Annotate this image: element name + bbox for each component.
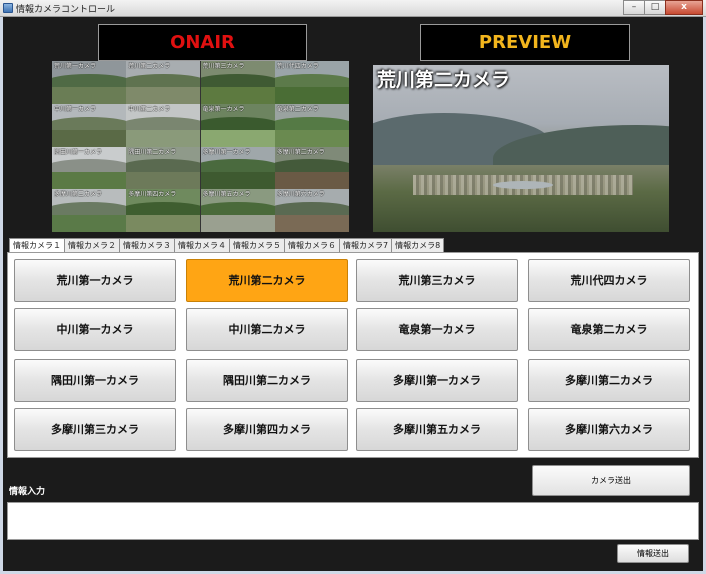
mosaic-tile-label: 荒川第三カメラ: [202, 63, 245, 70]
tile-ground: [274, 129, 349, 147]
camera-button[interactable]: 荒川代四カメラ: [528, 259, 690, 302]
tab-camera-4[interactable]: 情報カメラ４: [174, 238, 230, 253]
onair-camera-mosaic: 荒川第一カメラ 荒川第二カメラ 荒川第三カメラ 荒川代四カメラ中川第一カメラ 中川第二カ…: [52, 61, 349, 232]
mosaic-tile: 荒川第三カメラ: [200, 61, 275, 104]
camera-button[interactable]: 荒川第二カメラ: [186, 259, 348, 302]
tile-ground: [274, 172, 349, 190]
camera-button-panel: 荒川第一カメラ 荒川第二カメラ 荒川第三カメラ 荒川代四カメラ中川第一カメラ 中川第二カ…: [7, 252, 699, 458]
mosaic-tile-label: 多摩川第五カメラ: [202, 191, 251, 199]
mosaic-tile: 中川第二カメラ: [126, 103, 201, 147]
camera-button[interactable]: 多摩川第四カメラ: [186, 408, 348, 451]
camera-button[interactable]: 荒川第一カメラ: [14, 259, 176, 302]
camera-tabs: 情報カメラ１ 情報カメラ２ 情報カメラ３ 情報カメラ４ 情報カメラ５ 情報カメラ６ 情報カメ…: [9, 238, 445, 254]
camera-button[interactable]: 中川第二カメラ: [186, 308, 348, 351]
tab-camera-5[interactable]: 情報カメラ５: [229, 238, 285, 253]
camera-button[interactable]: 多摩川第五カメラ: [356, 408, 518, 451]
mosaic-tile-label: 多摩川第六カメラ: [276, 191, 325, 199]
mosaic-tile-label: 多摩川第二カメラ: [276, 148, 325, 156]
mosaic-tile-label: 中川第一カメラ: [54, 105, 97, 113]
mosaic-tile-label: 荒川第一カメラ: [54, 63, 97, 70]
tile-ground: [200, 86, 275, 104]
mosaic-tile: 多摩川第四カメラ: [126, 189, 201, 232]
tab-camera-8[interactable]: 情報カメラ8: [391, 238, 445, 253]
mosaic-tile: 多摩川第三カメラ: [52, 189, 126, 232]
tile-ground: [52, 172, 126, 190]
mosaic-tile: 竜泉第一カメラ: [200, 103, 275, 147]
app-icon: [3, 3, 13, 13]
tab-camera-2[interactable]: 情報カメラ２: [64, 238, 120, 253]
mosaic-tile-label: 隅田川第一カメラ: [54, 148, 103, 156]
mosaic-tile: 隅田川第一カメラ: [52, 146, 126, 190]
tile-ground: [52, 215, 126, 232]
mosaic-tile: 多摩川第一カメラ: [200, 146, 275, 190]
mosaic-tile-label: 竜泉第二カメラ: [276, 105, 319, 113]
camera-button[interactable]: 隅田川第一カメラ: [14, 359, 176, 402]
mosaic-tile-label: 中川第二カメラ: [128, 105, 171, 113]
minimize-button[interactable]: –: [623, 0, 645, 15]
tile-ground: [274, 215, 349, 232]
camera-button[interactable]: 荒川第三カメラ: [356, 259, 518, 302]
title-bar: 情報カメラコントロール – □ x: [0, 0, 706, 17]
mosaic-tile: 隅田川第二カメラ: [126, 146, 201, 190]
send-info-button[interactable]: 情報送出: [617, 544, 689, 563]
tile-ground: [200, 172, 275, 190]
tile-ground: [126, 86, 201, 104]
camera-button[interactable]: 多摩川第一カメラ: [356, 359, 518, 402]
info-input-label: 情報入力: [9, 487, 46, 497]
camera-button[interactable]: 多摩川第六カメラ: [528, 408, 690, 451]
preview-label: PREVIEW: [420, 24, 630, 61]
preview-video: 荒川第二カメラ: [373, 65, 669, 232]
window-controls: – □ x: [623, 0, 703, 15]
mosaic-tile: 荒川第一カメラ: [52, 61, 126, 104]
preview-river: [493, 181, 553, 189]
camera-button[interactable]: 多摩川第三カメラ: [14, 408, 176, 451]
tab-camera-6[interactable]: 情報カメラ６: [284, 238, 340, 253]
tile-ground: [52, 86, 126, 104]
tile-ground: [52, 129, 126, 147]
camera-button[interactable]: 多摩川第二カメラ: [528, 359, 690, 402]
tab-camera-3[interactable]: 情報カメラ３: [119, 238, 175, 253]
mosaic-tile: 荒川第二カメラ: [126, 61, 201, 104]
camera-button[interactable]: 中川第一カメラ: [14, 308, 176, 351]
mosaic-tile-label: 多摩川第三カメラ: [54, 191, 103, 199]
send-camera-button[interactable]: カメラ送出: [532, 465, 690, 496]
mosaic-tile-label: 竜泉第一カメラ: [202, 105, 245, 113]
camera-button[interactable]: 竜泉第二カメラ: [528, 308, 690, 351]
onair-label: ONAIR: [98, 24, 307, 61]
tile-ground: [126, 215, 201, 232]
preview-camera-title: 荒川第二カメラ: [377, 69, 511, 91]
mosaic-tile-label: 多摩川第四カメラ: [128, 191, 177, 199]
camera-button[interactable]: 隅田川第二カメラ: [186, 359, 348, 402]
mosaic-tile: 竜泉第二カメラ: [274, 103, 349, 147]
tab-camera-7[interactable]: 情報カメラ7: [339, 238, 393, 253]
tile-ground: [200, 215, 275, 232]
mosaic-tile: 多摩川第六カメラ: [274, 189, 349, 232]
info-input-field[interactable]: [7, 502, 699, 540]
tile-ground: [126, 172, 201, 190]
mosaic-tile: 多摩川第二カメラ: [274, 146, 349, 190]
maximize-button[interactable]: □: [644, 0, 666, 15]
tile-ground: [274, 86, 349, 104]
camera-button[interactable]: 竜泉第一カメラ: [356, 308, 518, 351]
close-button[interactable]: x: [665, 0, 703, 15]
window-title: 情報カメラコントロール: [16, 5, 116, 15]
mosaic-tile-label: 多摩川第一カメラ: [202, 148, 251, 156]
tile-ground: [200, 129, 275, 147]
mosaic-tile-label: 荒川代四カメラ: [276, 63, 319, 70]
tile-ground: [126, 129, 201, 147]
mosaic-tile: 荒川代四カメラ: [274, 61, 349, 104]
mosaic-tile-label: 隅田川第二カメラ: [128, 148, 177, 156]
mosaic-tile: 中川第一カメラ: [52, 103, 126, 147]
mosaic-tile-label: 荒川第二カメラ: [128, 63, 171, 70]
mosaic-tile: 多摩川第五カメラ: [200, 189, 275, 232]
